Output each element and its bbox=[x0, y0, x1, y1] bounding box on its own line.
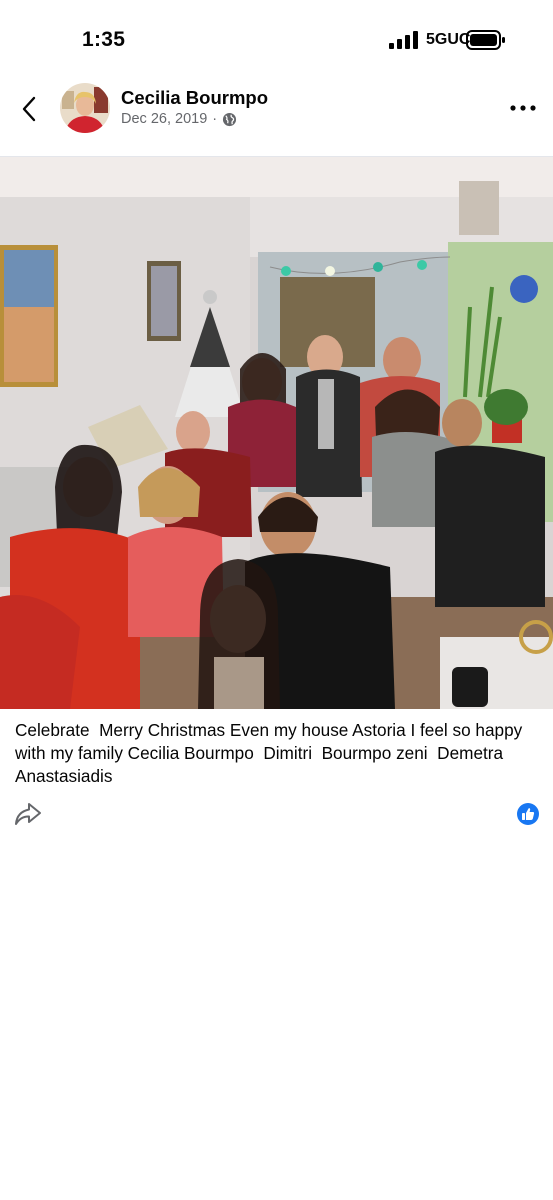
post-meta: Dec 26, 2019 · bbox=[121, 111, 237, 127]
post-caption: Celebrate Merry Christmas Even my house … bbox=[15, 720, 528, 786]
battery-icon bbox=[466, 30, 505, 50]
more-options-icon[interactable] bbox=[508, 96, 538, 120]
meta-separator: · bbox=[212, 111, 218, 127]
status-bar: 1:35 5GUC bbox=[0, 0, 553, 80]
signal-bars-icon bbox=[389, 31, 418, 49]
post-photo[interactable] bbox=[0, 157, 553, 709]
globe-icon bbox=[223, 112, 237, 126]
family-christmas-photo bbox=[0, 157, 553, 709]
share-arrow-icon[interactable] bbox=[14, 801, 42, 827]
status-time: 1:35 bbox=[82, 28, 126, 51]
avatar-photo bbox=[60, 83, 110, 133]
author-avatar[interactable] bbox=[60, 83, 110, 133]
author-name[interactable]: Cecilia Bourmpo bbox=[121, 87, 268, 109]
post-date[interactable]: Dec 26, 2019 bbox=[121, 111, 207, 127]
back-arrow-icon[interactable] bbox=[14, 94, 44, 124]
post-header: Cecilia Bourmpo Dec 26, 2019 · bbox=[0, 80, 553, 156]
like-thumb-icon[interactable] bbox=[517, 803, 539, 825]
network-indicator: 5GUC bbox=[426, 31, 471, 48]
